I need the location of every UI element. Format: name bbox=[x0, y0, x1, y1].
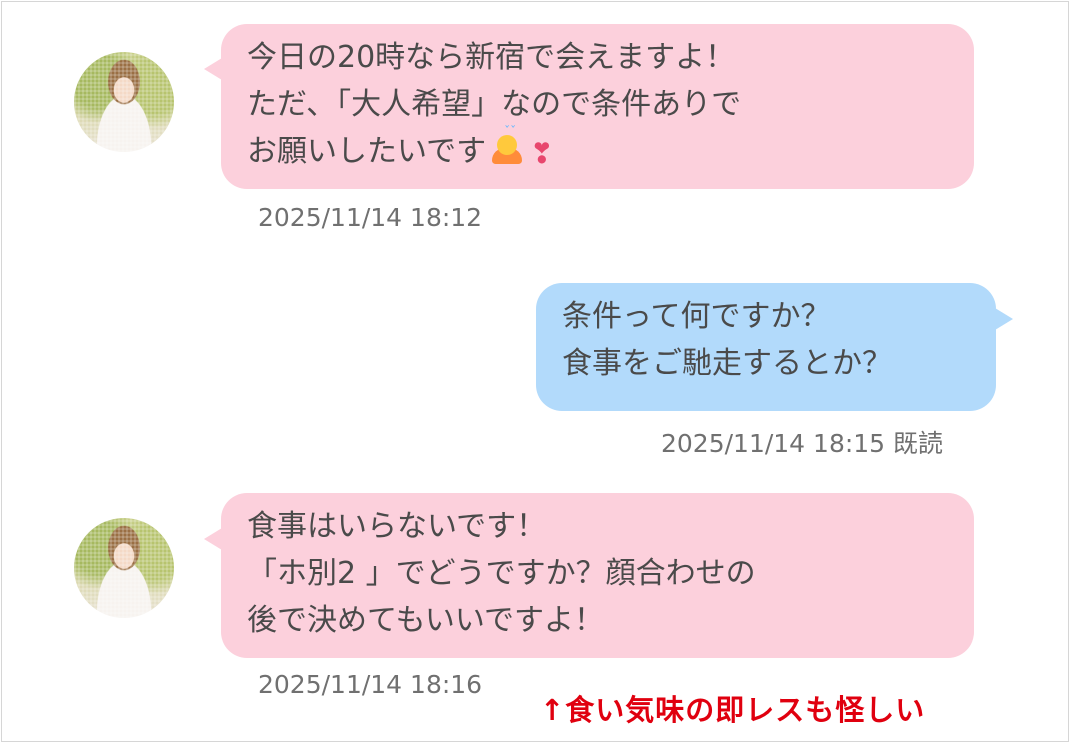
message-text: お願いしたいです bbox=[247, 134, 487, 169]
bubble-tail bbox=[204, 528, 222, 550]
bubble-tail bbox=[204, 58, 222, 80]
bubble-tail bbox=[995, 308, 1013, 330]
message-text-line: 後で決めてもいいですよ！ bbox=[247, 603, 604, 638]
sender-avatar[interactable] bbox=[74, 52, 174, 152]
sent-message-bubble[interactable]: 条件って何ですか？ 食事をご馳走するとか？ bbox=[536, 283, 996, 411]
message-text-line: 食事はいらないです！ bbox=[247, 509, 547, 544]
message-text-line: 条件って何ですか？ bbox=[562, 299, 831, 334]
message-timestamp: 2025/11/14 18:12 bbox=[258, 203, 483, 232]
person-bowing-icon: ˇˇ bbox=[490, 125, 524, 165]
message-timestamp: 2025/11/14 18:16 bbox=[258, 670, 483, 699]
heart-exclamation-icon: ❣ bbox=[530, 137, 554, 170]
message-text-line: ただ、「大人希望」なので条件ありで bbox=[247, 87, 742, 122]
received-message-bubble[interactable]: 今日の20時なら新宿で会えますよ！ ただ、「大人希望」なので条件ありで お願いし… bbox=[221, 24, 974, 189]
message-text-line: お願いしたいです ˇˇ ❣ bbox=[247, 125, 948, 175]
message-text-line: 今日の20時なら新宿で会えますよ！ bbox=[247, 40, 736, 75]
sender-avatar[interactable] bbox=[74, 518, 174, 618]
message-timestamp-read: 2025/11/14 18:15 既読 bbox=[661, 429, 944, 458]
message-text-line: 「ホ別2 」でどうですか？顔合わせの bbox=[247, 556, 756, 591]
received-message-bubble[interactable]: 食事はいらないです！ 「ホ別2 」でどうですか？顔合わせの 後で決めてもいいです… bbox=[221, 493, 974, 658]
message-text-line: 食事をご馳走するとか？ bbox=[562, 346, 892, 381]
warning-annotation: ↑食い気味の即レスも怪しい bbox=[540, 693, 926, 727]
